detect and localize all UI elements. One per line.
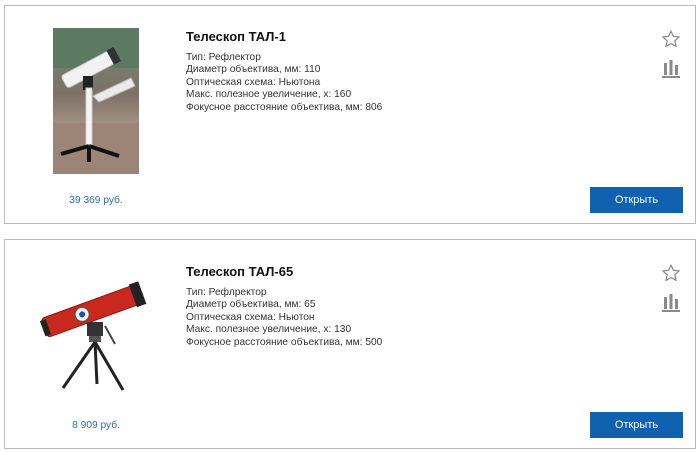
product-title[interactable]: Телескоп ТАЛ-1	[186, 29, 286, 44]
product-card: Телескоп ТАЛ-1 Тип: Рефлектор Диаметр об…	[4, 5, 696, 224]
spec-row: Фокусное расстояние объектива, мм: 806	[186, 101, 383, 113]
spec-row: Диаметр объектива, мм: 65	[186, 299, 316, 311]
spec-row: Тип: Рефлектор	[186, 52, 261, 63]
product-price: 8 909 руб.	[72, 420, 120, 431]
star-icon[interactable]	[660, 28, 682, 50]
open-button[interactable]: Открыть	[590, 412, 683, 438]
product-card: Телескоп ТАЛ-65 Тип: Рефлректор Диаметр …	[4, 239, 696, 449]
spec-row: Макс. полезное увеличение, x: 160	[186, 89, 352, 101]
open-button[interactable]: Открыть	[590, 187, 683, 213]
bar-chart-icon[interactable]	[660, 58, 682, 80]
product-specs: Тип: Рефлектор Диаметр объектива, мм: 11…	[186, 52, 382, 114]
spec-row: Фокусное расстояние объектива, мм: 500	[186, 336, 383, 348]
spec-row: Макс. полезное увеличение, x: 130	[186, 324, 352, 336]
spec-row: Тип: Рефлректор	[186, 287, 267, 298]
product-specs: Тип: Рефлректор Диаметр объектива, мм: 6…	[186, 287, 382, 349]
product-image[interactable]	[53, 28, 139, 174]
spec-row: Оптическая схема: Ньютона	[186, 76, 321, 88]
product-image[interactable]	[19, 264, 169, 394]
product-title[interactable]: Телескоп ТАЛ-65	[186, 264, 293, 279]
product-price: 39 369 руб.	[69, 195, 123, 206]
bar-chart-icon[interactable]	[660, 292, 682, 314]
spec-row: Диаметр объектива, мм: 110	[186, 64, 321, 76]
spec-row: Оптическая схема: Ньютон	[186, 311, 315, 323]
star-icon[interactable]	[660, 262, 682, 284]
